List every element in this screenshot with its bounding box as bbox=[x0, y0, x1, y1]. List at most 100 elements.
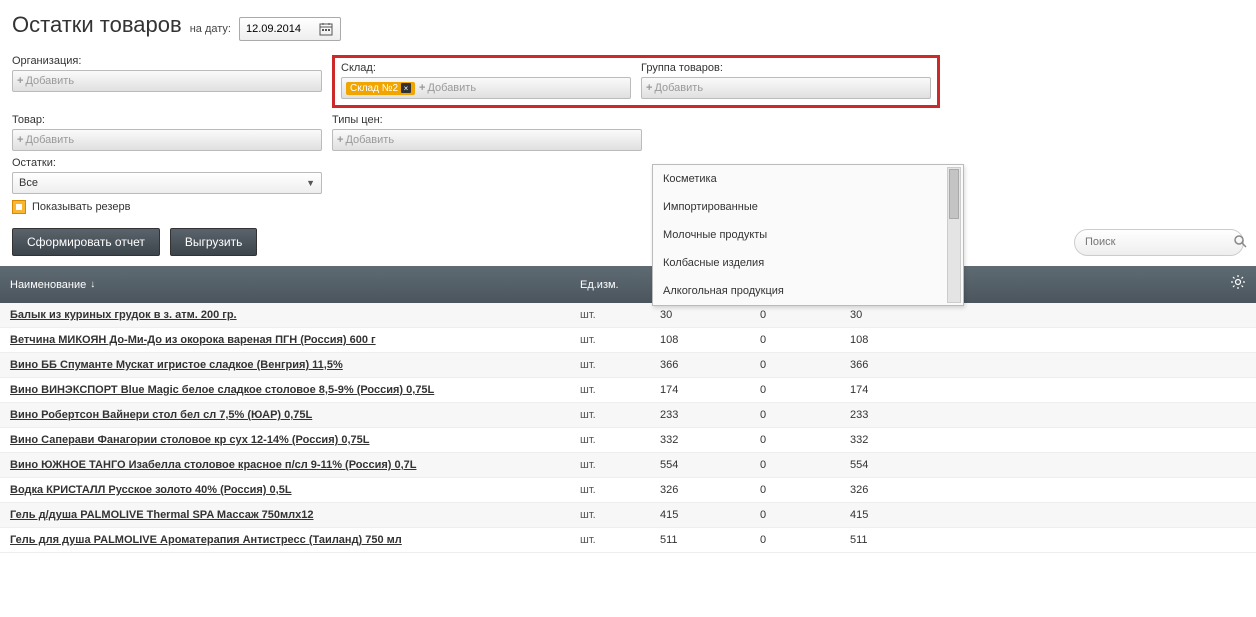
td-stock: 332 bbox=[660, 434, 760, 446]
td-unit: шт. bbox=[580, 509, 660, 521]
td-free: 554 bbox=[850, 459, 1040, 471]
table-row: Вино ВИНЭКСПОРТ Blue Magic белое сладкое… bbox=[0, 378, 1256, 403]
pricetypes-input[interactable]: + Добавить bbox=[332, 129, 642, 151]
td-name: Вино Робертсон Вайнери стол бел сл 7,5% … bbox=[10, 409, 580, 421]
td-reserve: 0 bbox=[760, 309, 850, 321]
dropdown-item[interactable]: Алкогольная продукция bbox=[653, 277, 963, 305]
td-name: Гель для душа PALMOLIVE Ароматерапия Ант… bbox=[10, 534, 580, 546]
add-org-link[interactable]: + Добавить bbox=[17, 75, 74, 87]
add-product-link[interactable]: + Добавить bbox=[17, 134, 74, 146]
show-reserve-checkbox[interactable] bbox=[12, 200, 26, 214]
td-reserve: 0 bbox=[760, 484, 850, 496]
sort-arrow-icon: ↓ bbox=[90, 279, 95, 290]
product-link[interactable]: Гель д/душа PALMOLIVE Thermal SPA Массаж… bbox=[10, 509, 314, 521]
product-link[interactable]: Балык из куриных грудок в з. атм. 200 гр… bbox=[10, 309, 237, 321]
td-reserve: 0 bbox=[760, 434, 850, 446]
td-reserve: 0 bbox=[760, 334, 850, 346]
org-input[interactable]: + Добавить bbox=[12, 70, 322, 92]
stock-label: Остатки: bbox=[12, 157, 322, 169]
search-icon[interactable] bbox=[1233, 234, 1247, 251]
plus-icon: + bbox=[419, 82, 425, 94]
scrollbar-thumb[interactable] bbox=[949, 169, 959, 219]
close-icon[interactable]: × bbox=[401, 83, 411, 93]
dropdown-item[interactable]: Импортированные bbox=[653, 193, 963, 221]
td-stock: 511 bbox=[660, 534, 760, 546]
table-row: Ветчина МИКОЯН До-Ми-До из окорока варен… bbox=[0, 328, 1256, 353]
td-unit: шт. bbox=[580, 459, 660, 471]
product-link[interactable]: Вино ББ Спуманте Мускат игристое сладкое… bbox=[10, 359, 343, 371]
scrollbar[interactable] bbox=[947, 167, 961, 303]
td-stock: 554 bbox=[660, 459, 760, 471]
group-dropdown[interactable]: Косметика Импортированные Молочные проду… bbox=[652, 164, 964, 306]
td-free: 30 bbox=[850, 309, 1040, 321]
td-reserve: 0 bbox=[760, 359, 850, 371]
warehouse-label: Склад: bbox=[341, 62, 631, 74]
warehouse-tag[interactable]: Склад №2 × bbox=[346, 82, 415, 95]
search-input[interactable] bbox=[1085, 236, 1227, 248]
dropdown-item[interactable]: Колбасные изделия bbox=[653, 249, 963, 277]
td-name: Вино Саперави Фанагории столовое кр сух … bbox=[10, 434, 580, 446]
add-warehouse-link[interactable]: + Добавить bbox=[419, 82, 476, 94]
date-picker[interactable] bbox=[239, 17, 341, 41]
export-button[interactable]: Выгрузить bbox=[170, 228, 258, 256]
td-reserve: 0 bbox=[760, 509, 850, 521]
product-link[interactable]: Вино ЮЖНОЕ ТАНГО Изабелла столовое красн… bbox=[10, 459, 416, 471]
td-name: Водка КРИСТАЛЛ Русское золото 40% (Росси… bbox=[10, 484, 580, 496]
td-stock: 174 bbox=[660, 384, 760, 396]
group-input[interactable]: + Добавить bbox=[641, 77, 931, 99]
product-link[interactable]: Гель для душа PALMOLIVE Ароматерапия Ант… bbox=[10, 534, 402, 546]
add-pricetypes-link[interactable]: + Добавить bbox=[337, 134, 394, 146]
search-box[interactable] bbox=[1074, 229, 1244, 256]
table-row: Вино ББ Спуманте Мускат игристое сладкое… bbox=[0, 353, 1256, 378]
product-link[interactable]: Ветчина МИКОЯН До-Ми-До из окорока варен… bbox=[10, 334, 376, 346]
td-unit: шт. bbox=[580, 484, 660, 496]
th-unit[interactable]: Ед.изм. bbox=[580, 279, 660, 291]
td-unit: шт. bbox=[580, 534, 660, 546]
page-title: Остатки товаров bbox=[12, 12, 182, 38]
calendar-icon[interactable] bbox=[318, 21, 334, 37]
plus-icon: + bbox=[646, 82, 652, 94]
td-stock: 233 bbox=[660, 409, 760, 421]
group-label: Группа товаров: bbox=[641, 62, 931, 74]
pricetypes-label: Типы цен: bbox=[332, 114, 642, 126]
td-free: 511 bbox=[850, 534, 1040, 546]
product-link[interactable]: Вино Саперави Фанагории столовое кр сух … bbox=[10, 434, 369, 446]
td-unit: шт. bbox=[580, 334, 660, 346]
build-report-button[interactable]: Сформировать отчет bbox=[12, 228, 160, 256]
td-reserve: 0 bbox=[760, 409, 850, 421]
table-row: Вино Саперави Фанагории столовое кр сух … bbox=[0, 428, 1256, 453]
td-unit: шт. bbox=[580, 434, 660, 446]
dropdown-item[interactable]: Косметика bbox=[653, 165, 963, 193]
product-link[interactable]: Вино Робертсон Вайнери стол бел сл 7,5% … bbox=[10, 409, 312, 421]
add-group-link[interactable]: + Добавить bbox=[646, 82, 703, 94]
table-row: Балык из куриных грудок в з. атм. 200 гр… bbox=[0, 303, 1256, 328]
date-label: на дату: bbox=[190, 23, 231, 35]
table-header: Наименование ↓ Ед.изм. Остаток В резерве… bbox=[0, 266, 1256, 303]
product-label: Товар: bbox=[12, 114, 322, 126]
td-free: 366 bbox=[850, 359, 1040, 371]
td-free: 415 bbox=[850, 509, 1040, 521]
date-input[interactable] bbox=[246, 23, 312, 35]
product-link[interactable]: Водка КРИСТАЛЛ Русское золото 40% (Росси… bbox=[10, 484, 292, 496]
gear-icon[interactable] bbox=[1230, 274, 1246, 295]
table-body: Балык из куриных грудок в з. атм. 200 гр… bbox=[0, 303, 1256, 553]
plus-icon: + bbox=[17, 134, 23, 146]
td-name: Вино ЮЖНОЕ ТАНГО Изабелла столовое красн… bbox=[10, 459, 580, 471]
td-stock: 366 bbox=[660, 359, 760, 371]
show-reserve-label: Показывать резерв bbox=[32, 201, 130, 213]
td-name: Балык из куриных грудок в з. атм. 200 гр… bbox=[10, 309, 580, 321]
dropdown-item[interactable]: Молочные продукты bbox=[653, 221, 963, 249]
product-input[interactable]: + Добавить bbox=[12, 129, 322, 151]
td-reserve: 0 bbox=[760, 384, 850, 396]
stock-select[interactable]: Все ▼ bbox=[12, 172, 322, 194]
td-stock: 30 bbox=[660, 309, 760, 321]
th-name[interactable]: Наименование ↓ bbox=[10, 279, 580, 291]
warehouse-input[interactable]: Склад №2 × + Добавить bbox=[341, 77, 631, 99]
product-link[interactable]: Вино ВИНЭКСПОРТ Blue Magic белое сладкое… bbox=[10, 384, 434, 396]
table-row: Вино Робертсон Вайнери стол бел сл 7,5% … bbox=[0, 403, 1256, 428]
td-name: Вино ВИНЭКСПОРТ Blue Magic белое сладкое… bbox=[10, 384, 580, 396]
td-free: 108 bbox=[850, 334, 1040, 346]
td-unit: шт. bbox=[580, 409, 660, 421]
highlighted-filters: Склад: Склад №2 × + Добавить Группа това… bbox=[332, 55, 940, 108]
chevron-down-icon: ▼ bbox=[306, 178, 315, 188]
